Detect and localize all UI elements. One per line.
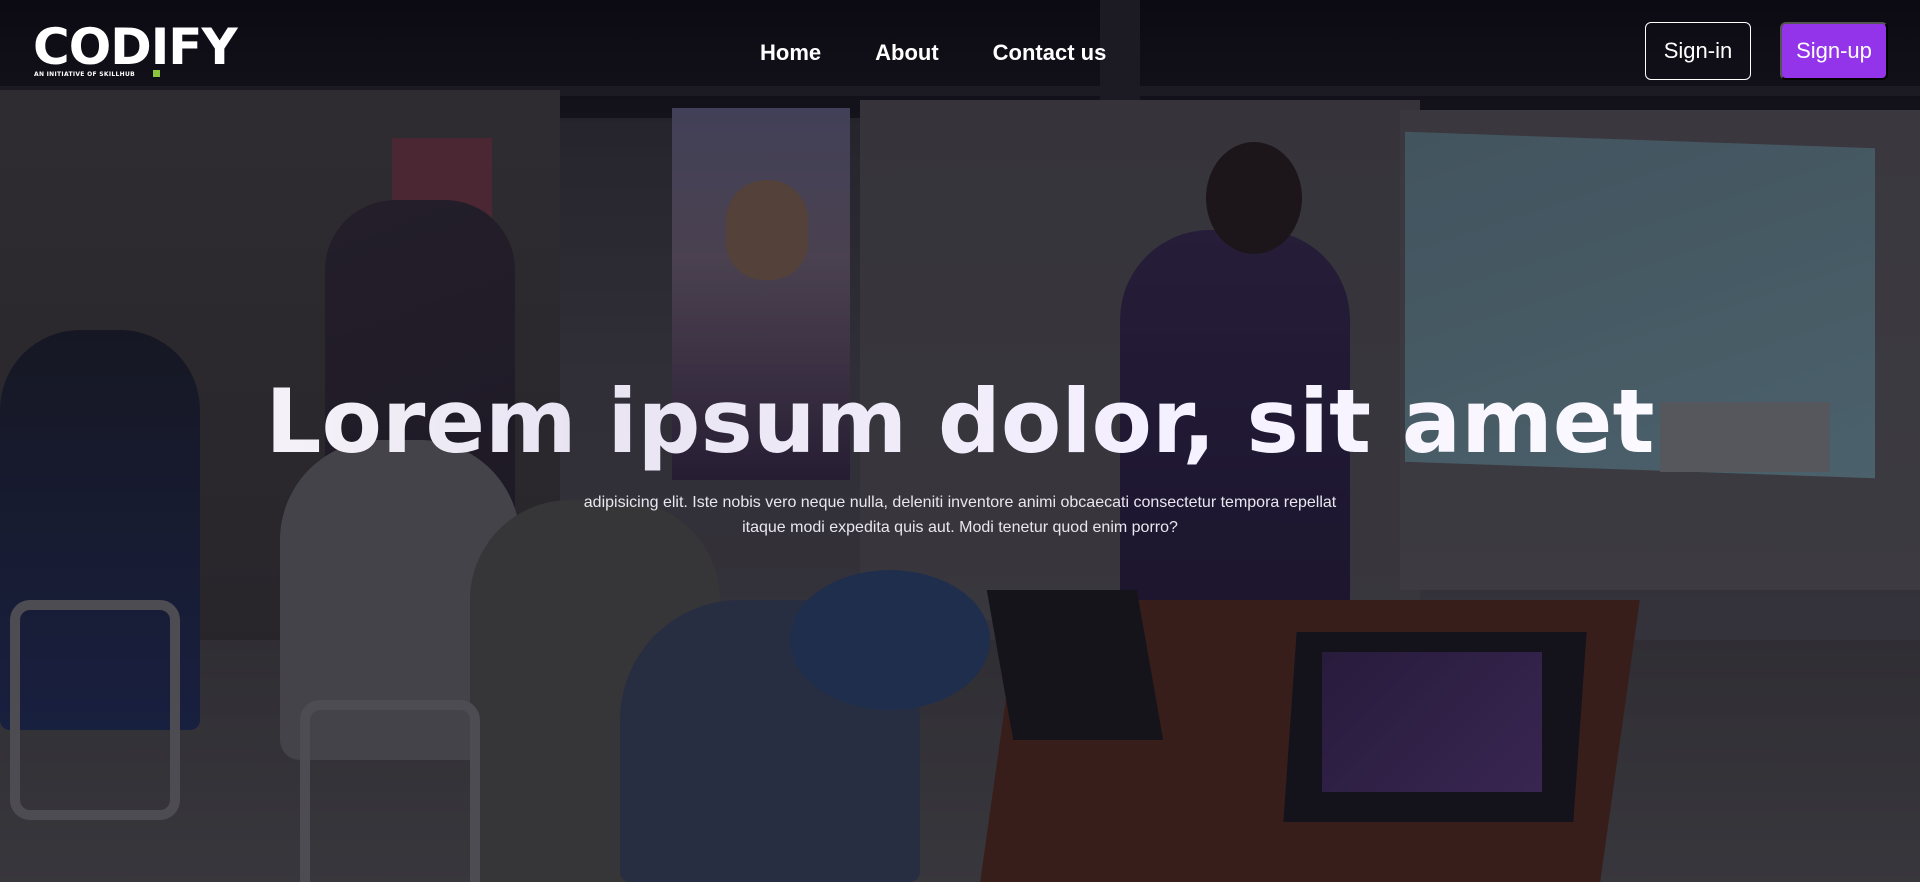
codify-logo[interactable]: CODIFY AN INITIATIVE OF SKILLHUB [33,18,243,80]
logo-accent-dot [153,70,160,77]
nav-link-contact[interactable]: Contact us [993,36,1107,70]
hero-subtitle-line-1: adipisicing elit. Iste nobis vero neque … [583,494,1337,511]
top-navbar: CODIFY AN INITIATIVE OF SKILLHUB Home Ab… [0,0,1920,104]
nav-link-home[interactable]: Home [760,36,821,70]
logo-tagline: AN INITIATIVE OF SKILLHUB [34,71,136,78]
nav-link-about[interactable]: About [875,36,939,70]
sign-up-button[interactable]: Sign-up [1780,22,1888,80]
hero-title: Lorem ipsum dolor, sit amet [0,370,1920,474]
hero-subtitle-line-2: itaque modi expedita quis aut. Modi tene… [742,519,1178,536]
nav-links: Home About Contact us [760,36,1106,70]
sign-in-button[interactable]: Sign-in [1645,22,1751,80]
logo-wordmark: CODIFY [33,18,238,76]
hero-section: CODIFY AN INITIATIVE OF SKILLHUB Home Ab… [0,0,1920,882]
hero-subtitle: adipisicing elit. Iste nobis vero neque … [560,490,1360,540]
